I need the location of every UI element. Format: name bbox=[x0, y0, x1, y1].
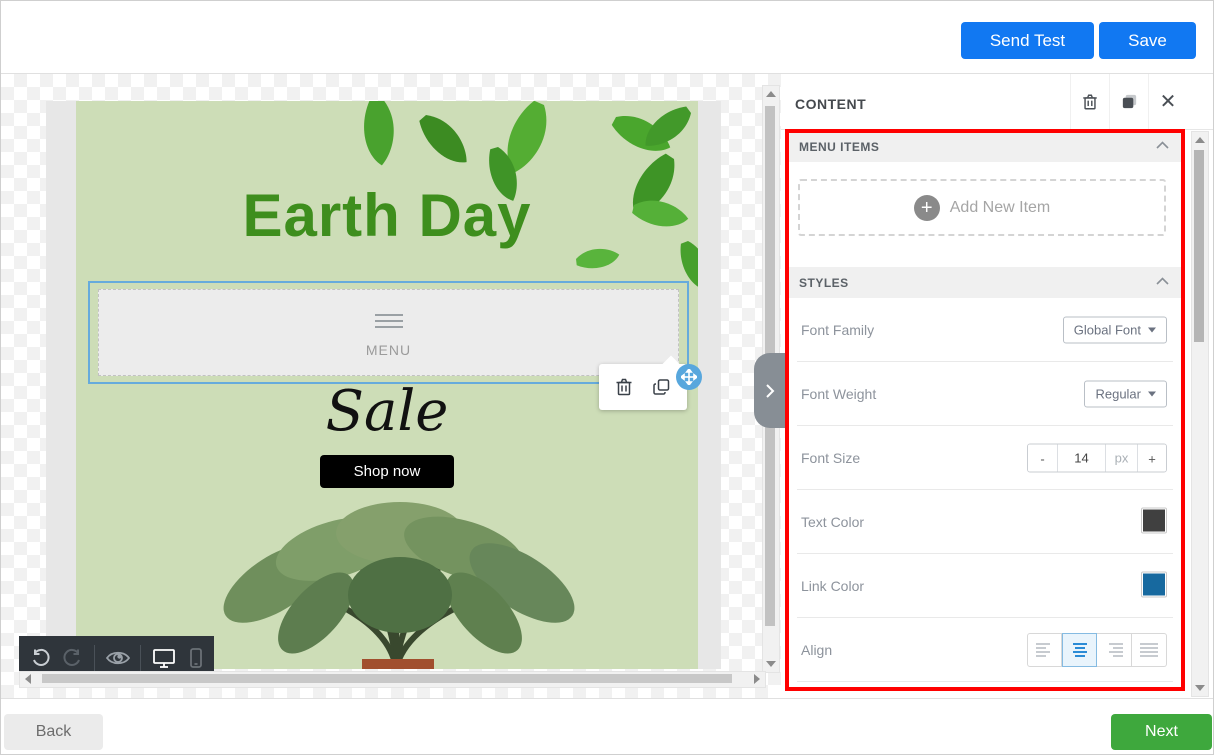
close-panel-button[interactable]: ✕ bbox=[1158, 100, 1179, 104]
redo-button[interactable] bbox=[60, 645, 86, 671]
font-family-row: Font Family Global Font bbox=[787, 298, 1183, 362]
toolbar-divider bbox=[140, 645, 141, 671]
align-button-group bbox=[1027, 633, 1167, 667]
scroll-up-arrow[interactable] bbox=[766, 91, 776, 97]
font-size-value[interactable]: 14 bbox=[1057, 445, 1105, 472]
align-left-button[interactable] bbox=[1027, 633, 1062, 667]
desktop-view-button[interactable] bbox=[149, 644, 179, 672]
top-bar: Send Test Save bbox=[1, 1, 1213, 74]
scroll-down-arrow[interactable] bbox=[766, 661, 776, 667]
menu-block-label: MENU bbox=[99, 342, 678, 358]
add-new-item-button[interactable]: + Add New Item bbox=[798, 179, 1166, 236]
content-panel: CONTENT bbox=[781, 74, 1213, 698]
link-color-label: Link Color bbox=[801, 578, 864, 594]
menu-items-section-header[interactable]: MENU ITEMS bbox=[787, 131, 1183, 162]
text-color-label: Text Color bbox=[801, 514, 864, 530]
shop-now-button[interactable]: Shop now bbox=[320, 455, 454, 488]
scroll-down-arrow[interactable] bbox=[1195, 685, 1205, 691]
send-test-button[interactable]: Send Test bbox=[961, 22, 1094, 59]
link-color-swatch[interactable] bbox=[1141, 572, 1167, 598]
duplicate-icon bbox=[652, 377, 672, 397]
panel-scrollbar[interactable] bbox=[1191, 131, 1209, 697]
save-button[interactable]: Save bbox=[1099, 22, 1196, 59]
section-title: STYLES bbox=[799, 276, 849, 290]
canvas-horizontal-scrollbar[interactable] bbox=[19, 671, 766, 688]
back-button[interactable]: Back bbox=[4, 714, 103, 750]
font-weight-dropdown[interactable]: Regular bbox=[1084, 381, 1167, 408]
chevron-right-icon bbox=[765, 383, 775, 399]
align-right-icon bbox=[1105, 643, 1123, 657]
undo-button[interactable] bbox=[27, 645, 53, 671]
align-right-button[interactable] bbox=[1097, 633, 1132, 667]
scroll-up-arrow[interactable] bbox=[1195, 137, 1205, 143]
caret-down-icon bbox=[1148, 328, 1156, 333]
duplicate-block-button[interactable] bbox=[650, 375, 674, 399]
font-size-stepper: - 14 px + bbox=[1027, 444, 1167, 473]
text-color-row: Text Color bbox=[787, 490, 1183, 554]
menu-block[interactable]: MENU bbox=[98, 289, 679, 376]
hamburger-icon bbox=[375, 310, 403, 332]
email-builder-window: Send Test Save Earth Day bbox=[0, 0, 1214, 755]
font-size-increase-button[interactable]: + bbox=[1137, 445, 1166, 472]
link-color-row: Link Color bbox=[787, 554, 1183, 618]
scroll-right-arrow[interactable] bbox=[754, 674, 760, 684]
align-label: Align bbox=[801, 642, 832, 658]
preview-button[interactable] bbox=[103, 645, 133, 671]
mobile-view-button[interactable] bbox=[186, 644, 206, 672]
scrollbar-thumb[interactable] bbox=[42, 674, 732, 683]
plant-image bbox=[166, 491, 626, 669]
plus-icon: + bbox=[914, 195, 940, 221]
delete-content-button[interactable] bbox=[1079, 90, 1101, 114]
font-size-row: Font Size - 14 px + bbox=[787, 426, 1183, 490]
align-row: Align bbox=[787, 618, 1183, 682]
align-justify-button[interactable] bbox=[1132, 633, 1167, 667]
align-justify-icon bbox=[1140, 643, 1158, 657]
font-weight-label: Font Weight bbox=[801, 386, 876, 402]
scrollbar-thumb[interactable] bbox=[1194, 150, 1204, 342]
chevron-up-icon bbox=[1156, 277, 1169, 285]
font-weight-row: Font Weight Regular bbox=[787, 362, 1183, 426]
align-center-icon bbox=[1071, 643, 1089, 657]
caret-down-icon bbox=[1148, 392, 1156, 397]
font-family-dropdown[interactable]: Global Font bbox=[1063, 317, 1167, 344]
duplicate-content-button[interactable] bbox=[1118, 90, 1141, 113]
next-button[interactable]: Next bbox=[1111, 714, 1212, 750]
panel-collapse-tab[interactable] bbox=[754, 353, 785, 428]
text-color-swatch[interactable] bbox=[1141, 508, 1167, 534]
move-icon bbox=[681, 369, 697, 385]
styles-section-header[interactable]: STYLES bbox=[787, 267, 1183, 298]
font-size-unit: px bbox=[1105, 445, 1137, 472]
font-size-label: Font Size bbox=[801, 450, 860, 466]
editor-canvas: Earth Day MENU Sale Shop now bbox=[1, 74, 781, 698]
scroll-left-arrow[interactable] bbox=[25, 674, 31, 684]
chevron-up-icon bbox=[1156, 141, 1169, 149]
font-family-label: Font Family bbox=[801, 322, 874, 338]
font-family-value: Global Font bbox=[1074, 323, 1141, 338]
block-actions-popover bbox=[599, 364, 687, 410]
toolbar-divider bbox=[94, 645, 95, 671]
delete-block-button[interactable] bbox=[612, 375, 636, 399]
footer-bar: Back Next bbox=[1, 698, 1213, 755]
email-heading[interactable]: Earth Day bbox=[76, 181, 698, 250]
duplicate-icon bbox=[1120, 92, 1139, 111]
trash-icon bbox=[614, 377, 634, 397]
panel-title: CONTENT bbox=[795, 96, 866, 112]
font-size-decrease-button[interactable]: - bbox=[1028, 445, 1057, 472]
font-weight-value: Regular bbox=[1095, 387, 1141, 402]
align-center-button[interactable] bbox=[1062, 633, 1097, 667]
trash-icon bbox=[1081, 92, 1099, 112]
move-handle[interactable] bbox=[676, 364, 702, 390]
align-left-icon bbox=[1036, 643, 1054, 657]
add-new-item-label: Add New Item bbox=[950, 199, 1050, 217]
section-title: MENU ITEMS bbox=[799, 140, 879, 154]
panel-header: CONTENT bbox=[781, 74, 1213, 130]
